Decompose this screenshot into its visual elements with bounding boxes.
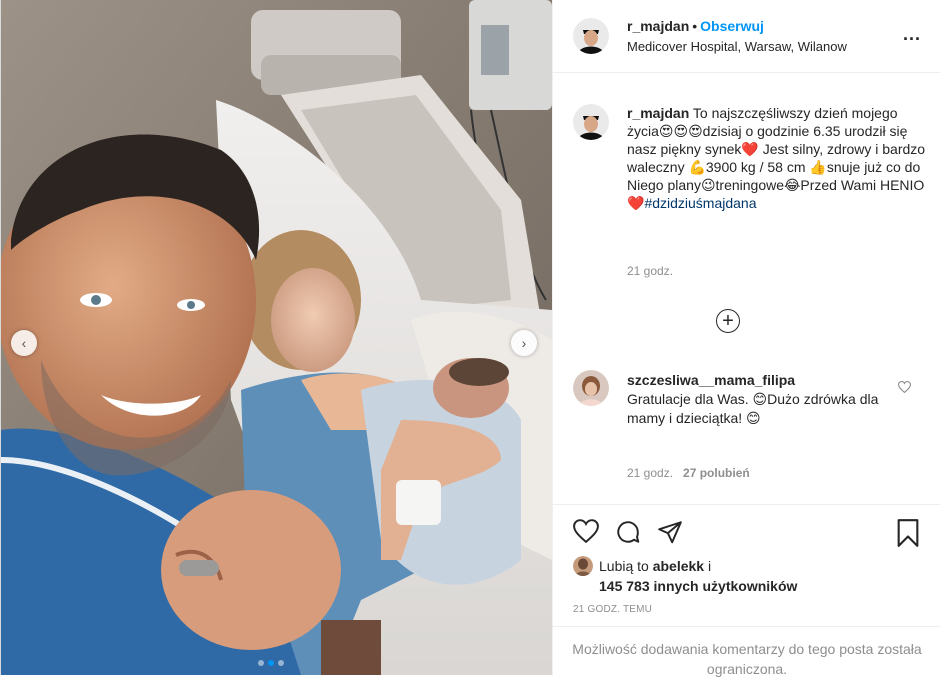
bookmark-icon[interactable] — [896, 519, 920, 552]
caption-avatar[interactable] — [573, 104, 609, 140]
location-link[interactable]: Medicover Hospital, Warsaw, Wilanow — [627, 39, 847, 54]
likes-conj: i — [707, 558, 712, 574]
hashtag-link[interactable]: #dzidziuśmajdana — [644, 195, 756, 211]
caption-time[interactable]: 21 godz. — [627, 264, 673, 278]
author-username[interactable]: r_majdan — [627, 18, 689, 34]
separator-dot: • — [692, 18, 698, 34]
carousel-dot-active[interactable] — [268, 660, 274, 666]
caption-text: r_majdan To najszczęśliwszy dzień mojego… — [627, 104, 927, 212]
likes-text: Lubią to abelekk i 145 783 innych użytko… — [599, 556, 797, 596]
comment-time[interactable]: 21 godz. — [627, 466, 673, 480]
comments-restricted-notice: Możliwość dodawania komentarzy do tego p… — [553, 626, 940, 677]
more-options-icon[interactable]: ... — [903, 24, 921, 45]
heart-icon[interactable] — [573, 519, 599, 548]
carousel-dot[interactable] — [258, 660, 264, 666]
chevron-left-icon: ‹ — [21, 335, 27, 351]
comment-text: Gratulacje dla Was. 😊Dużo zdrówka dla ma… — [627, 391, 879, 426]
liker-avatar[interactable] — [573, 556, 593, 576]
share-icon[interactable] — [657, 519, 683, 550]
comment-meta: 21 godz. 27 polubień — [627, 466, 750, 480]
liker-username[interactable]: abelekk — [653, 558, 704, 574]
caption-username[interactable]: r_majdan — [627, 105, 689, 121]
commenter-username[interactable]: szczesliwa__mama_filipa — [627, 372, 795, 388]
chevron-right-icon: › — [521, 335, 527, 351]
post-timestamp[interactable]: 21 godz. temu — [573, 604, 652, 615]
photo-image — [1, 0, 552, 675]
load-more-comments-button[interactable]: + — [716, 309, 740, 333]
author-avatar[interactable] — [573, 18, 609, 54]
likes-prefix: Lubią to — [599, 558, 649, 574]
comment-like-heart-icon[interactable] — [897, 380, 912, 398]
post-header: r_majdan • Obserwuj Medicover Hospital, Wa… — [553, 0, 940, 73]
commenter-avatar[interactable] — [573, 370, 609, 406]
instagram-post: ‹ › r_majdan • Obserwuj Medicover Hospit… — [0, 0, 940, 677]
follow-button[interactable]: Obserwuj — [700, 18, 764, 34]
comment-likes[interactable]: 27 polubień — [683, 466, 750, 480]
action-bar — [553, 504, 940, 555]
carousel-dots — [258, 660, 284, 666]
carousel-dot[interactable] — [278, 660, 284, 666]
plus-icon: + — [722, 310, 734, 332]
carousel-prev-button[interactable]: ‹ — [11, 330, 37, 356]
header-user-line: r_majdan • Obserwuj — [627, 18, 764, 34]
likes-count[interactable]: 145 783 innych użytkowników — [599, 578, 797, 594]
carousel-next-button[interactable]: › — [511, 330, 537, 356]
comment-icon[interactable] — [615, 519, 641, 550]
post-side-panel: r_majdan • Obserwuj Medicover Hospital, Wa… — [552, 0, 940, 677]
post-photo[interactable]: ‹ › — [1, 0, 552, 675]
